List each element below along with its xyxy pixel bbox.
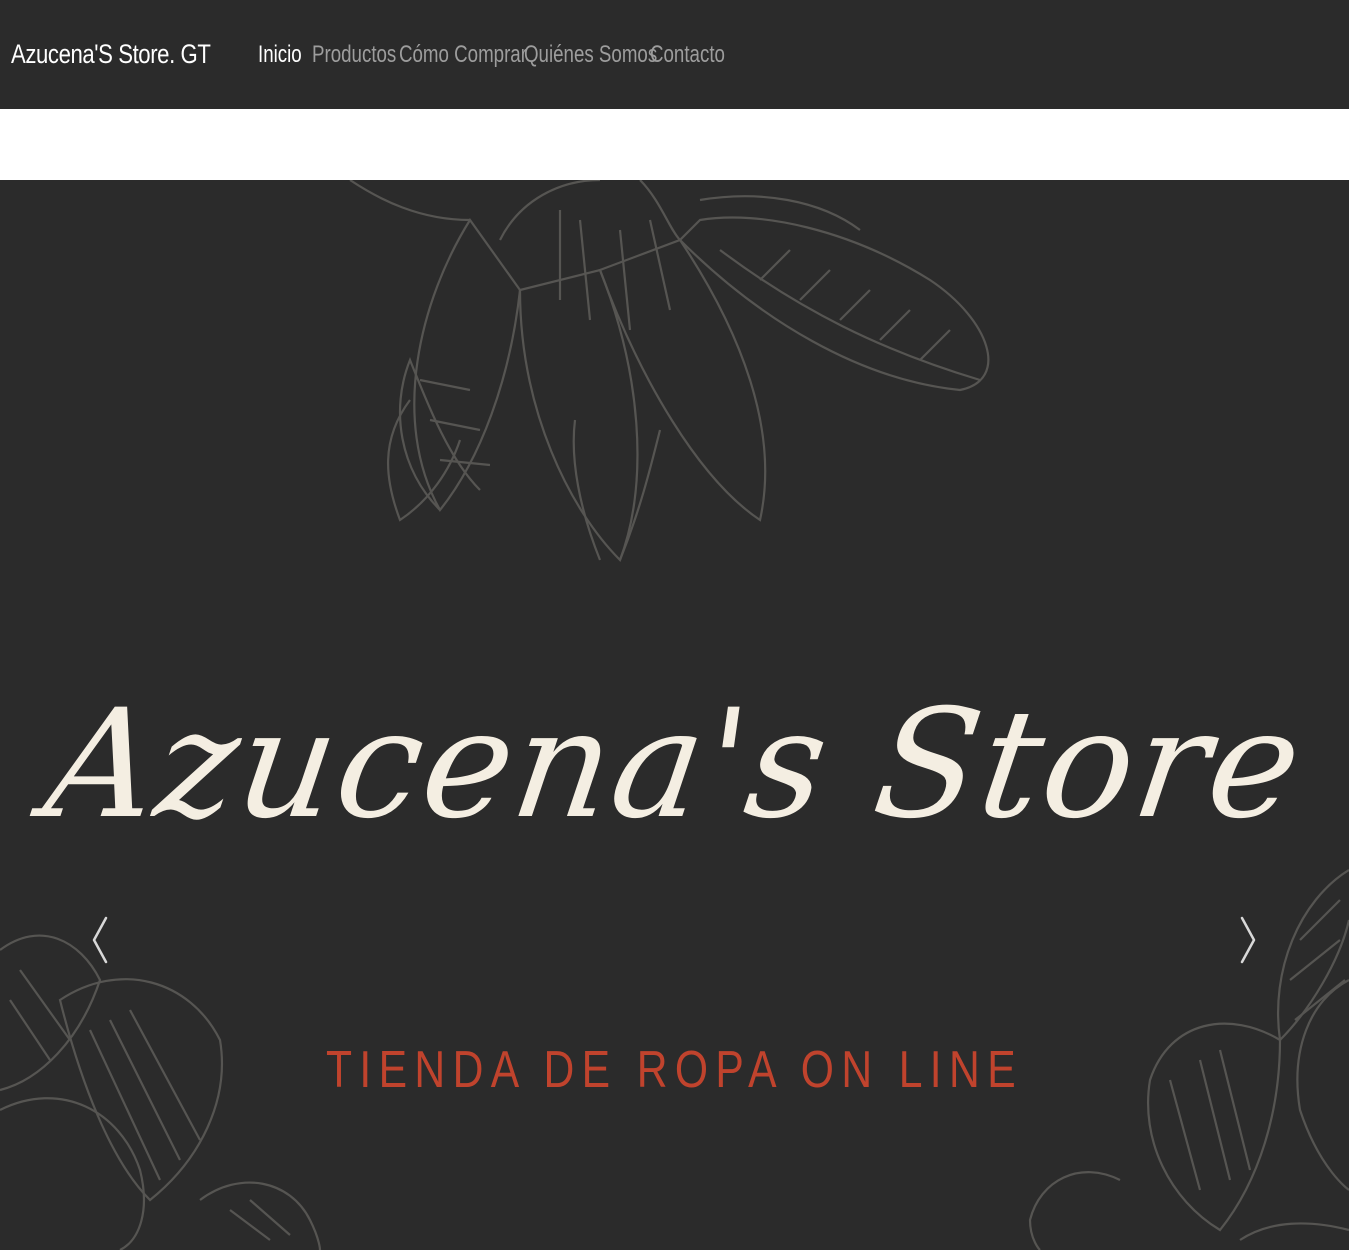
chevron-right-icon [1240, 916, 1256, 964]
nav-menu: Inicio Productos Cómo Comprar Quiénes So… [258, 41, 730, 69]
chevron-left-icon [92, 916, 108, 964]
hero-title: Azucena's Store [36, 678, 1313, 852]
nav-link-inicio[interactable]: Inicio [258, 41, 302, 69]
nav-link-productos[interactable]: Productos [312, 41, 396, 69]
carousel-next-button[interactable] [1232, 910, 1262, 970]
navbar-spacer [0, 109, 1349, 180]
top-navbar: Azucena'S Store. GT Inicio Productos Cóm… [0, 0, 1349, 109]
carousel-prev-button[interactable] [86, 910, 116, 970]
nav-link-contacto[interactable]: Contacto [650, 41, 725, 69]
hero-carousel: Azucena's Store TIENDA DE ROPA ON LINE [0, 180, 1349, 1250]
hero-tagline: TIENDA DE ROPA ON LINE [325, 1041, 1024, 1099]
nav-link-quienes-somos[interactable]: Quiénes Somos [524, 41, 657, 69]
nav-link-como-comprar[interactable]: Cómo Comprar [399, 41, 527, 69]
brand-link[interactable]: Azucena'S Store. GT [11, 39, 211, 70]
